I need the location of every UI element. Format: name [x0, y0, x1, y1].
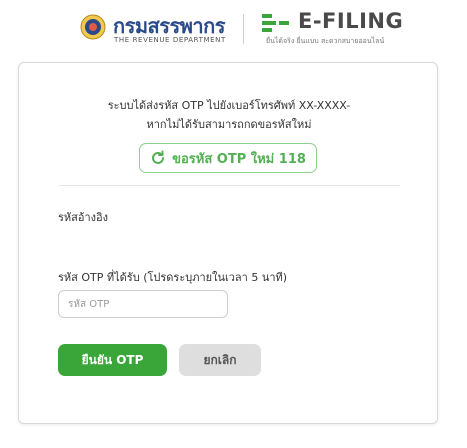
page-header: กรมสรรพากร THE REVENUE DEPARTMENT E-FILI…: [0, 0, 467, 58]
confirm-otp-button[interactable]: ยืนยัน OTP: [58, 344, 167, 376]
efiling-name: E-FILING: [298, 9, 404, 33]
otp-sent-message: ระบบได้ส่งรหัส OTP ไปยังเบอร์โทรศัพท์ XX…: [107, 99, 351, 112]
otp-input[interactable]: [58, 290, 228, 318]
otp-input-label: รหัส OTP ที่ได้รับ (โปรดระบุภายในเวลา 5 …: [58, 271, 288, 284]
resend-hint-message: หากไม่ได้รับสามารถกดขอรหัสใหม่: [146, 118, 312, 131]
reference-code-label: รหัสอ้างอิง: [58, 211, 109, 224]
resend-otp-label: ขอรหัส OTP ใหม่ 118: [172, 151, 306, 167]
otp-card: ระบบได้ส่งรหัส OTP ไปยังเบอร์โทรศัพท์ XX…: [18, 62, 438, 424]
section-divider: [59, 185, 400, 186]
revenue-department-subtitle: THE REVENUE DEPARTMENT: [114, 36, 226, 44]
efiling-logo-icon: [262, 14, 289, 32]
cancel-button[interactable]: ยกเลิก: [179, 344, 261, 376]
header-divider: [243, 14, 244, 44]
resend-otp-button[interactable]: ขอรหัส OTP ใหม่ 118: [139, 143, 317, 173]
refresh-icon: [152, 150, 165, 164]
efiling-subtitle: ยื่นได้จริง ยื่นแบบ สะดวกสบายออนไลน์: [266, 37, 385, 45]
revenue-department-seal-icon: [80, 14, 106, 40]
